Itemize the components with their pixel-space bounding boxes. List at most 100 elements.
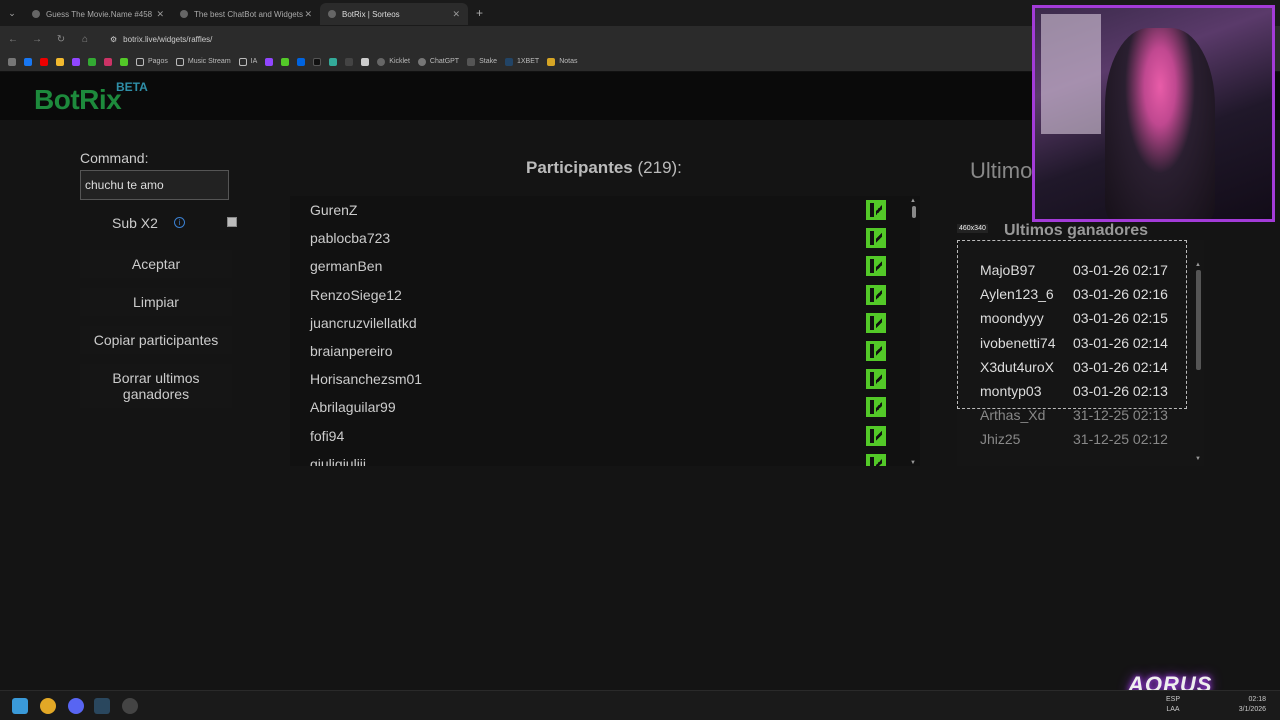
scroll-thumb[interactable] [1196, 270, 1201, 370]
youtube-icon[interactable] [40, 57, 48, 66]
apps-icon[interactable] [8, 57, 16, 66]
webcam-background-shelf [1041, 14, 1101, 134]
participant-name: Horisanchezsm01 [310, 371, 423, 388]
system-clock[interactable]: 02:18 3/1/2026 [1239, 695, 1266, 715]
participant-name: GurenZ [310, 202, 358, 218]
winners-scrollbar[interactable]: ▲ ▼ [1195, 262, 1203, 462]
copy-participants-button[interactable]: Copiar participantes [80, 326, 232, 354]
accept-button[interactable]: Aceptar [80, 250, 232, 278]
winner-date: 03-01-26 02:14 [1073, 358, 1168, 375]
scroll-up-icon[interactable]: ▲ [910, 198, 916, 204]
delete-winners-button[interactable]: Borrar ultimos ganadores [80, 364, 232, 408]
clock-date: 3/1/2026 [1238, 706, 1266, 713]
bookmark-ia[interactable]: IA [238, 57, 257, 66]
scroll-up-icon[interactable]: ▲ [1195, 262, 1201, 268]
sub-x2-checkbox[interactable] [227, 217, 237, 227]
language-layout: LAA [1166, 706, 1180, 713]
winners-list[interactable]: MajoB97 03-01-26 02:17 Aylen123_6 03-01-26 … [980, 262, 1180, 462]
home-icon[interactable]: ⌂ [78, 34, 92, 45]
participants-scrollbar[interactable]: ▲ ▼ [910, 196, 918, 466]
language-indicator[interactable]: ESP LAA [1166, 695, 1180, 715]
reload-icon[interactable]: ↻ [54, 34, 68, 45]
forward-icon[interactable]: → [30, 34, 44, 45]
participant-row: giuligiuliii [290, 450, 920, 466]
gmail-icon[interactable] [104, 57, 112, 66]
participant-name: juancruzvilellatkd [310, 314, 417, 331]
tab-guess-movie[interactable]: Guess The Movie.Name #458 ✕ [24, 3, 172, 25]
url-field[interactable]: ⚙ botrix.live/widgets/raffles/ [110, 35, 212, 44]
folder-icon [136, 57, 144, 66]
participants-title: Participantes (219): [526, 158, 682, 178]
steam-icon[interactable] [94, 698, 110, 714]
participant-row: germanBen [290, 252, 920, 280]
clear-button[interactable]: Limpiar [80, 288, 232, 316]
kick-icon[interactable] [120, 57, 128, 66]
twitch-icon[interactable] [265, 57, 274, 66]
bookmark-notas[interactable]: Notas [547, 57, 577, 66]
windows-taskbar: ESP LAA 02:18 3/1/2026 [0, 690, 1280, 720]
botrix-logo[interactable]: BotRix [34, 84, 122, 116]
participant-name: RenzoSiege12 [310, 286, 402, 303]
tiktok-icon[interactable] [313, 57, 322, 66]
winner-name: Aylen123_6 [980, 286, 1054, 303]
participant-row: Horisanchezsm01 [290, 365, 920, 393]
discord-icon[interactable] [68, 698, 84, 714]
bookmark-icon[interactable] [329, 57, 338, 66]
chatgpt-icon [417, 57, 426, 66]
close-icon[interactable]: ✕ [304, 9, 312, 20]
tab-favicon-icon [328, 10, 336, 18]
participant-row: juancruzvilellatkd [290, 309, 920, 337]
command-input[interactable] [80, 170, 229, 200]
twitch-icon[interactable] [72, 57, 80, 66]
bookmark-icon[interactable] [361, 57, 370, 66]
winner-date: 31-12-25 02:13 [1073, 407, 1168, 424]
participants-list[interactable]: GurenZ pablocba723 germanBen RenzoSiege12 ju… [290, 196, 920, 466]
tab-search-icon[interactable]: ⌄ [0, 0, 24, 26]
winner-date: 03-01-26 02:15 [1073, 310, 1168, 327]
bookmark-stake[interactable]: Stake [467, 57, 497, 66]
kick-icon [866, 284, 886, 305]
winner-date: 03-01-26 02:14 [1073, 334, 1168, 351]
sub-x2-row: Sub X2 i [80, 214, 237, 232]
bookmark-1xbet[interactable]: 1XBET [505, 57, 539, 66]
bookmark-icon[interactable] [88, 57, 96, 66]
facebook-icon[interactable] [24, 57, 32, 66]
site-info-icon[interactable]: ⚙ [110, 35, 117, 44]
bookmark-music-stream[interactable]: Music Stream [175, 57, 231, 66]
bookmark-icon[interactable] [345, 57, 354, 66]
back-icon[interactable]: ← [6, 34, 20, 45]
bookmark-kicklet[interactable]: Kicklet [377, 57, 410, 66]
tab-favicon-icon [32, 10, 40, 18]
participant-row: braianpereiro [290, 337, 920, 365]
winner-name: Arthas_Xd [980, 407, 1046, 424]
kick-icon[interactable] [281, 57, 290, 66]
tab-chatbot[interactable]: The best ChatBot and Widgets ✕ [172, 3, 320, 25]
kick-icon [866, 425, 886, 446]
winner-row: X3dut4uroX 03-01-26 02:14 [980, 359, 1180, 383]
stake-icon [467, 57, 476, 66]
participant-row: pablocba723 [290, 224, 920, 252]
participant-name: Abrilaguilar99 [310, 399, 396, 416]
chrome-icon[interactable] [40, 698, 56, 714]
kick-icon [866, 369, 886, 390]
meta-icon[interactable] [297, 57, 306, 66]
scroll-thumb[interactable] [912, 206, 916, 218]
clock-time: 02:18 [1248, 696, 1266, 703]
binance-icon[interactable] [56, 57, 64, 66]
bookmark-chatgpt[interactable]: ChatGPT [417, 57, 459, 66]
new-tab-button[interactable]: + [476, 6, 483, 20]
kick-icon [866, 256, 886, 277]
scroll-down-icon[interactable]: ▼ [910, 460, 916, 466]
windows-start-icon[interactable] [12, 698, 28, 714]
winner-row: MajoB97 03-01-26 02:17 [980, 262, 1180, 286]
winner-name: montyp03 [980, 382, 1042, 399]
info-icon[interactable]: i [174, 217, 185, 228]
bookmark-pagos[interactable]: Pagos [136, 57, 168, 66]
app-icon[interactable] [122, 698, 138, 714]
scroll-down-icon[interactable]: ▼ [1195, 456, 1201, 462]
participant-name: braianpereiro [310, 342, 393, 359]
close-icon[interactable]: ✕ [452, 9, 460, 20]
participants-count: (219): [637, 158, 682, 177]
close-icon[interactable]: ✕ [156, 9, 164, 20]
tab-botrix[interactable]: BotRix | Sorteos ✕ [320, 3, 468, 25]
